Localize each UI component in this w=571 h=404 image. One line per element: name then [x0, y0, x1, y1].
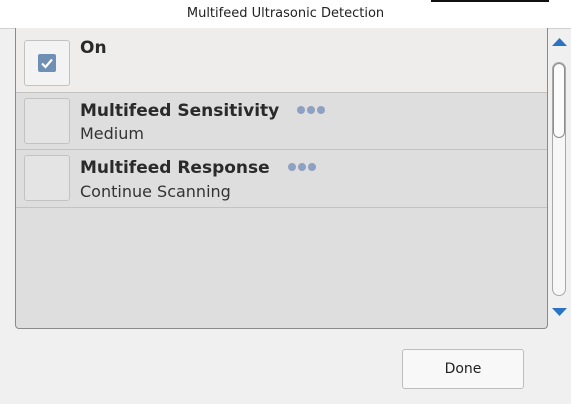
dialog-title: Multifeed Ultrasonic Detection [186, 6, 385, 21]
options-list: On Multifeed Sensitivity Medium Multifee… [15, 28, 548, 329]
option-row-multifeed-sensitivity[interactable]: Multifeed Sensitivity Medium [16, 93, 547, 150]
down-arrow-icon [552, 308, 567, 316]
multifeed-response-checkbox[interactable] [24, 155, 70, 201]
done-button[interactable]: Done [402, 349, 524, 389]
scroll-down-button[interactable] [548, 296, 571, 324]
option-label-on: On [80, 38, 107, 58]
on-checkbox[interactable] [24, 40, 70, 86]
scrollbar-track[interactable] [552, 62, 566, 296]
option-value-multifeed-response: Continue Scanning [80, 182, 231, 201]
title-bar-accent-line [431, 0, 549, 2]
more-dots-icon[interactable] [297, 99, 327, 119]
title-bar: Multifeed Ultrasonic Detection [0, 0, 571, 29]
multifeed-sensitivity-checkbox[interactable] [24, 98, 70, 144]
option-row-multifeed-response[interactable]: Multifeed Response Continue Scanning [16, 150, 547, 208]
scrollbar-thumb[interactable] [553, 63, 565, 138]
up-arrow-icon [552, 38, 567, 46]
checkmark-icon [38, 54, 56, 72]
option-label-multifeed-response: Multifeed Response [80, 158, 270, 178]
scroll-up-button[interactable] [548, 30, 571, 58]
option-value-multifeed-sensitivity: Medium [80, 124, 144, 143]
option-row-on[interactable]: On [16, 28, 547, 93]
more-dots-icon[interactable] [287, 156, 318, 176]
option-label-multifeed-sensitivity: Multifeed Sensitivity [80, 101, 280, 121]
